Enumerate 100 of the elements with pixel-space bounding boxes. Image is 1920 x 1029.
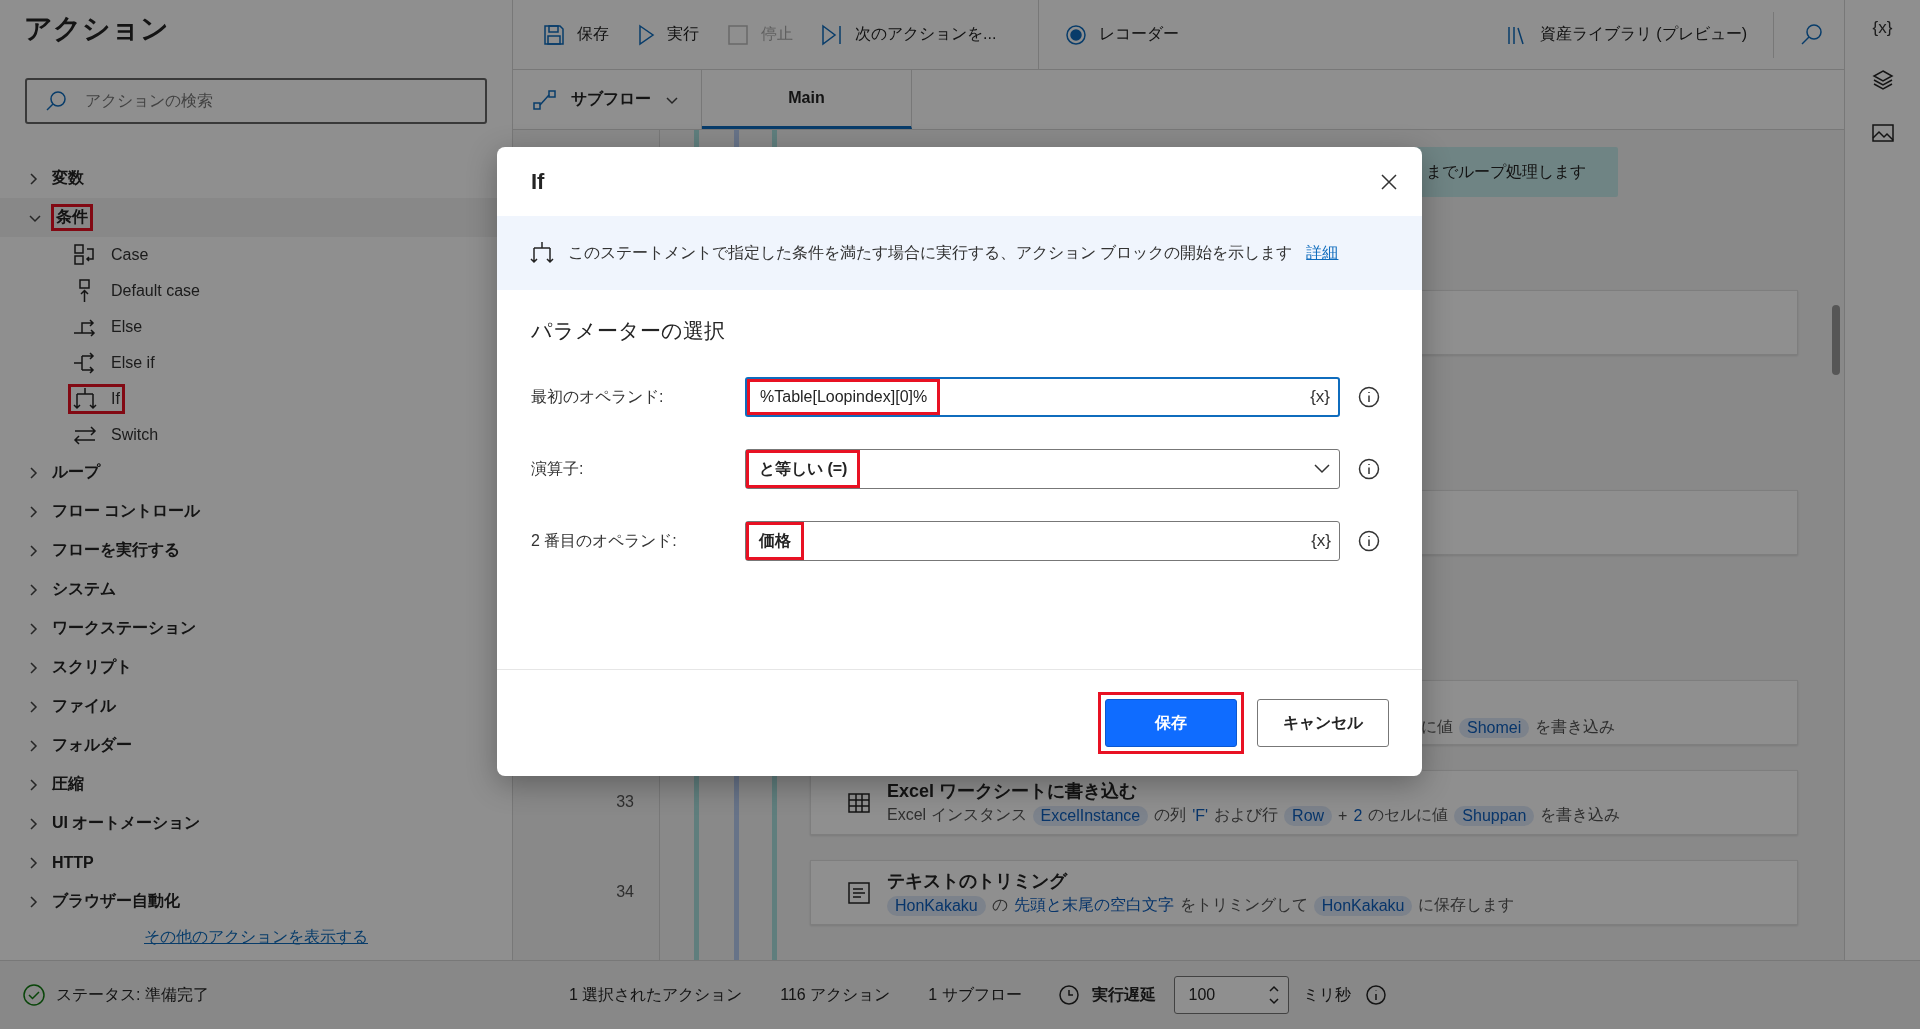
action-label[interactable]: Else if [111,354,155,372]
image-icon[interactable] [1870,122,1895,144]
play-icon [637,23,655,46]
section-heading: パラメーターの選択 [531,318,726,344]
cancel-button[interactable]: キャンセル [1257,699,1389,747]
description-text: を書き込み [1540,805,1621,825]
description-text: に保存します [1418,895,1515,915]
chevron-right-icon[interactable] [28,621,38,636]
chevron-right-icon[interactable] [28,816,38,831]
status-text: 実行遅延 [1091,984,1156,1005]
delay-spinbox[interactable]: 100 [1173,976,1289,1014]
category-label[interactable]: 変数 [52,168,84,189]
toolbar-button[interactable]: 次のアクションを... [815,14,1003,55]
if-icon [73,387,97,411]
action-label[interactable]: Case [111,246,149,264]
variable-token: HonKakaku [1313,895,1413,916]
category-label[interactable]: 圧縮 [52,774,84,795]
else-if-icon [73,351,97,375]
clock-icon [1057,984,1080,1006]
dialog-title: If [531,168,545,195]
spin-arrows-icon [1267,983,1280,1007]
search-field[interactable]: アクションの検索 [25,78,487,124]
chevron-right-icon[interactable] [28,465,38,480]
step-icon [821,23,843,46]
category-label[interactable]: フォルダー [52,735,132,756]
text-box-icon [847,880,871,905]
description-text: + [1338,806,1348,825]
operand-field[interactable]: %Table[Loopindex][0]% {x} [745,377,1340,417]
scrollbar-thumb[interactable] [1832,305,1840,375]
save-button[interactable]: 保存 [1105,699,1237,747]
subflow-dropdown[interactable]: サブフロー [513,70,702,129]
description-text: に値 [1421,717,1453,737]
info-icon [1358,530,1380,552]
toolbar-button[interactable]: レコーダー [1059,14,1186,55]
action-label[interactable]: Default case [111,282,200,300]
category-label[interactable]: ファイル [52,696,116,717]
description-text: のセルに値 [1368,805,1449,825]
category-label[interactable]: HTTP [52,853,94,872]
chevron-right-icon[interactable] [28,738,38,753]
operator-dropdown[interactable]: と等しい (=) [745,449,1340,489]
chevron-right-icon[interactable] [28,777,38,792]
chevron-right-icon[interactable] [28,855,38,870]
action-label[interactable]: If [111,390,120,408]
value-token: 先頭と末尾の空白文字 [1013,895,1174,915]
info-icon [1358,386,1380,408]
chevron-right-icon[interactable] [28,582,38,597]
asset-library-button[interactable]: 資産ライブラリ (プレビュー) [1499,14,1753,55]
field-label: 最初のオペランド: [531,386,665,407]
toolbar-button[interactable]: 保存 [537,14,615,55]
chevron-right-icon[interactable] [28,699,38,714]
info-icon [1358,458,1380,480]
field-label: 演算子: [531,458,585,479]
chevron-down-icon[interactable] [28,212,42,223]
status-text: 1 サブフロー [928,984,1022,1005]
panel-title: アクション [23,12,170,46]
layers-icon[interactable] [1870,68,1895,92]
category-label[interactable]: システム [52,579,116,600]
category-label[interactable]: フロー コントロール [52,501,201,522]
category-label[interactable]: 条件 [56,207,88,228]
chevron-right-icon[interactable] [28,894,38,909]
case-icon [73,243,97,267]
action-label[interactable]: Switch [111,426,159,444]
line-number: 33 [615,793,634,811]
chevron-right-icon[interactable] [28,660,38,675]
value-token: 2 [1353,806,1363,825]
close-button[interactable] [1380,172,1398,191]
variable-picker-button[interactable]: {x} [1311,531,1331,551]
category-label[interactable]: スクリプト [52,657,132,678]
chevron-right-icon[interactable] [28,171,38,186]
status-text: ミリ秒 [1302,984,1351,1005]
subflow-icon [533,88,557,111]
line-number: 34 [615,883,634,901]
variables-button[interactable]: {x} [1872,18,1893,38]
chevron-down-icon [665,94,679,105]
toolbar-button[interactable]: 実行 [631,14,705,55]
chevron-right-icon[interactable] [28,543,38,558]
category-label[interactable]: フローを実行する [52,540,180,561]
variable-token: Shuppan [1454,805,1535,826]
field-label: 2 番目のオペランド: [531,530,678,551]
close-icon [1380,172,1398,191]
variable-picker-button[interactable]: {x} [1310,387,1330,407]
category-label[interactable]: ループ [52,462,100,483]
status-text: 116 アクション [780,984,891,1005]
action-title: Excel ワークシートに書き込む [887,780,1139,803]
category-label[interactable]: ブラウザー自動化 [52,891,180,912]
status-text: 1 選択されたアクション [568,984,743,1005]
more-actions-link[interactable]: その他のアクションを表示する [144,928,368,945]
description-text: Excel インスタンス [887,805,1027,825]
chevron-right-icon[interactable] [28,504,38,519]
variable-token: ExcelInstance [1032,805,1149,826]
action-label[interactable]: Else [111,318,143,336]
description-text: の [991,895,1008,915]
details-link[interactable]: 詳細 [1306,242,1339,264]
description-text: このステートメントで指定した条件を満たす場合に実行する、アクション ブロックの開始を示します [568,242,1293,263]
variable-token: Row [1284,805,1333,826]
category-label[interactable]: ワークステーション [52,618,196,639]
operand-field[interactable]: 価格 {x} [745,521,1340,561]
chevron-down-icon [1313,463,1331,475]
variable-token: HonKakaku [887,895,986,916]
category-label[interactable]: UI オートメーション [52,813,201,834]
